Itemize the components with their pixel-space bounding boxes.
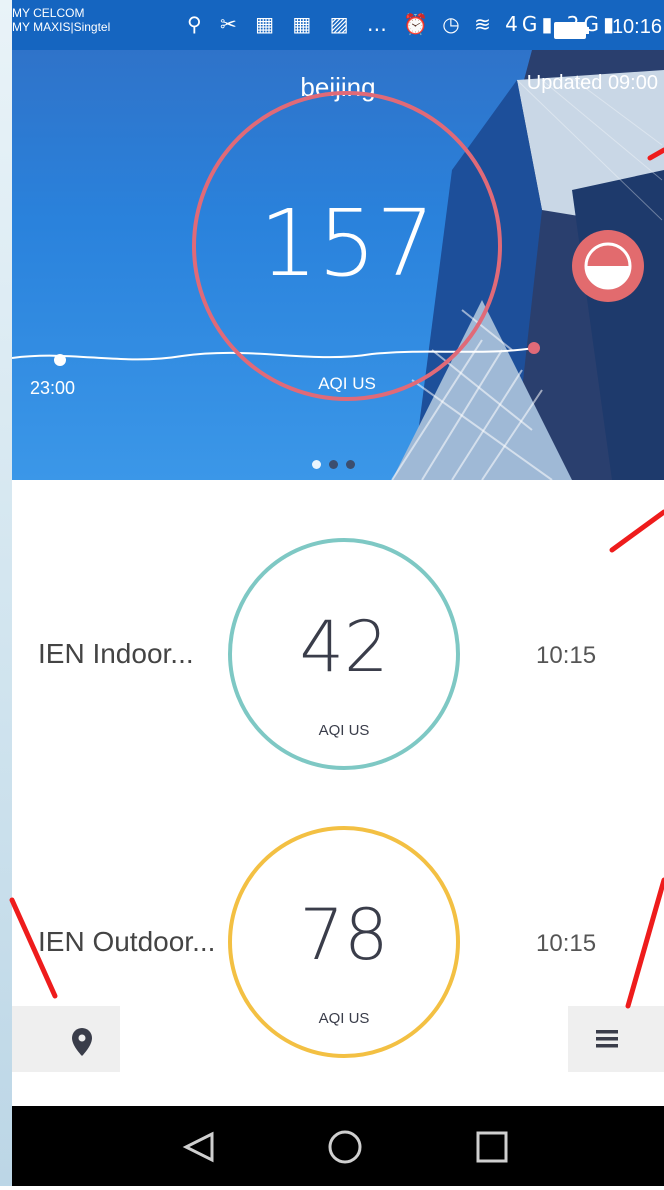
status-time: 10:16 [611,16,662,38]
station-name: IEN Indoor... [38,638,194,669]
station-name: IEN Outdoor... [38,926,216,957]
timeline-time-label: 23:00 [30,378,76,398]
menu-button[interactable] [568,1006,664,1072]
location-pin-icon [72,1028,92,1056]
page-dot-active[interactable] [312,460,321,469]
carrier-primary: MY CELCOM [12,6,85,20]
recents-square-icon[interactable] [476,1131,508,1163]
station-aqi-value: 42 [299,606,389,688]
updated-time: Updated 09:00 [526,72,658,94]
face-mask-icon [584,242,632,290]
face-mask-button[interactable] [572,230,644,302]
notification-icons: ⚲ ✂ ▦ ▦ ▨ … [187,12,393,36]
city-aqi-card[interactable]: beijing Updated 09:00 157 AQI US 23:00 [12,50,664,480]
station-time: 10:15 [536,930,597,957]
aqi-unit: AQI US [318,374,376,393]
battery-icon [554,22,589,39]
station-aqi-value: 78 [299,894,389,976]
left-border-strip [0,0,12,1186]
carrier-secondary: MY MAXIS|Singtel [12,20,111,34]
station-row-indoor[interactable]: IEN Indoor... 42 AQI US 10:15 [12,538,664,778]
station-time: 10:15 [536,642,597,669]
location-button[interactable] [12,1006,120,1072]
hamburger-menu-icon [596,1030,618,1048]
status-bar: MY CELCOM MY MAXIS|Singtel ⚲ ✂ ▦ ▦ ▨ … ⏰… [12,0,664,50]
page-dot[interactable] [329,460,338,469]
station-aqi-unit: AQI US [318,1010,370,1027]
aqi-value: 157 [259,190,435,297]
page-dot[interactable] [346,460,355,469]
home-circle-icon[interactable] [328,1130,362,1164]
android-nav-bar [12,1106,664,1186]
back-triangle-icon[interactable] [182,1131,214,1163]
station-aqi-unit: AQI US [318,722,370,739]
page-indicator[interactable] [312,454,363,473]
